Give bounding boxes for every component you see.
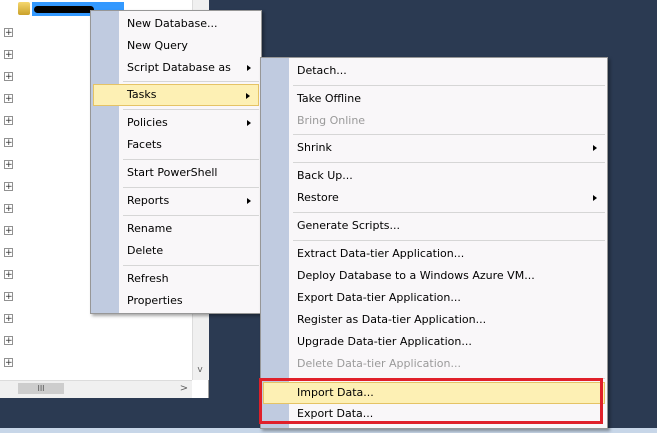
menu-item-label: New Query xyxy=(127,39,188,52)
database-icon xyxy=(18,2,30,15)
tasks-menu-item-export-data-tier-application[interactable]: Export Data-tier Application... xyxy=(263,287,605,309)
menu-separator xyxy=(123,215,259,216)
menu-item-label: Export Data-tier Application... xyxy=(297,291,461,304)
menu-item-label: New Database... xyxy=(127,17,218,30)
menu-item-label: Script Database as xyxy=(127,61,231,74)
context-menu-item-properties[interactable]: Properties xyxy=(93,290,259,312)
menu-separator xyxy=(123,265,259,266)
context-menu-item-rename[interactable]: Rename xyxy=(93,218,259,240)
scroll-down-icon[interactable]: v xyxy=(192,362,208,378)
context-menu-item-facets[interactable]: Facets xyxy=(93,134,259,156)
menu-separator xyxy=(293,240,605,241)
tree-expand-icon[interactable]: + xyxy=(4,94,13,104)
tasks-menu-item-detach[interactable]: Detach... xyxy=(263,60,605,82)
tree-expand-icon[interactable]: + xyxy=(4,138,13,148)
menu-separator xyxy=(293,85,605,86)
submenu-arrow-icon xyxy=(247,198,251,204)
tasks-menu-item-bring-online: Bring Online xyxy=(263,110,605,132)
menu-item-label: Register as Data-tier Application... xyxy=(297,313,487,326)
context-menu-item-new-database[interactable]: New Database... xyxy=(93,13,259,35)
menu-item-label: Policies xyxy=(127,116,168,129)
submenu-arrow-icon xyxy=(247,120,251,126)
tasks-menu-item-back-up[interactable]: Back Up... xyxy=(263,165,605,187)
tree-expand-icon[interactable]: + xyxy=(4,204,13,214)
context-menu-item-script-database-as[interactable]: Script Database as xyxy=(93,57,259,79)
tree-expand-icon[interactable]: + xyxy=(4,182,13,192)
tree-expand-icon[interactable]: + xyxy=(4,28,13,38)
menu-item-label: Rename xyxy=(127,222,173,235)
context-menu-item-new-query[interactable]: New Query xyxy=(93,35,259,57)
context-menu-item-delete[interactable]: Delete xyxy=(93,240,259,262)
context-menu-item-reports[interactable]: Reports xyxy=(93,190,259,212)
menu-item-label: Restore xyxy=(297,191,339,204)
menu-item-label: Take Offline xyxy=(297,92,361,105)
context-menu-item-refresh[interactable]: Refresh xyxy=(93,268,259,290)
menu-item-label: Extract Data-tier Application... xyxy=(297,247,465,260)
tasks-menu-item-delete-data-tier-application: Delete Data-tier Application... xyxy=(263,353,605,375)
menu-item-label: Delete xyxy=(127,244,164,257)
tasks-menu-item-deploy-database-to-a-windows-azure-vm[interactable]: Deploy Database to a Windows Azure VM... xyxy=(263,265,605,287)
menu-item-label: Properties xyxy=(127,294,183,307)
menu-separator xyxy=(293,162,605,163)
menu-item-label: Bring Online xyxy=(297,114,366,127)
tasks-menu-item-take-offline[interactable]: Take Offline xyxy=(263,88,605,110)
menu-separator xyxy=(123,81,259,82)
tasks-submenu: Detach... Take Offline Bring Online Shrink B… xyxy=(260,57,608,429)
redacted-database-name xyxy=(34,6,94,13)
tree-expand-icon[interactable]: + xyxy=(4,116,13,126)
menu-separator xyxy=(123,109,259,110)
menu-separator xyxy=(123,187,259,188)
menu-item-label: Facets xyxy=(127,138,162,151)
tree-expand-icon[interactable]: + xyxy=(4,160,13,170)
tasks-menu-item-shrink[interactable]: Shrink xyxy=(263,137,605,159)
tree-expand-icon[interactable]: + xyxy=(4,226,13,236)
menu-item-label: Delete Data-tier Application... xyxy=(297,357,461,370)
menu-item-label: Generate Scripts... xyxy=(297,219,400,232)
tasks-menu-item-generate-scripts[interactable]: Generate Scripts... xyxy=(263,215,605,237)
submenu-arrow-icon xyxy=(246,93,250,99)
tasks-menu-item-restore[interactable]: Restore xyxy=(263,187,605,209)
tree-expand-icon[interactable]: + xyxy=(4,270,13,280)
menu-separator xyxy=(293,212,605,213)
menu-item-label: Back Up... xyxy=(297,169,353,182)
menu-item-label: Deploy Database to a Windows Azure VM... xyxy=(297,269,535,282)
tasks-menu-item-upgrade-data-tier-application[interactable]: Upgrade Data-tier Application... xyxy=(263,331,605,353)
menu-item-label: Detach... xyxy=(297,64,347,77)
menu-item-label: Start PowerShell xyxy=(127,166,218,179)
database-context-menu: New Database... New Query Script Database … xyxy=(90,10,262,314)
tree-expand-icon[interactable]: + xyxy=(4,292,13,302)
menu-item-label: Reports xyxy=(127,194,170,207)
tree-expand-icon[interactable]: + xyxy=(4,358,13,368)
menu-separator xyxy=(293,134,605,135)
tree-expand-icon[interactable]: + xyxy=(4,336,13,346)
menu-item-label: Shrink xyxy=(297,141,332,154)
tree-expand-icon[interactable]: + xyxy=(4,314,13,324)
scroll-right-icon[interactable]: > xyxy=(176,381,192,397)
submenu-arrow-icon xyxy=(593,145,597,151)
tasks-menu-item-register-as-data-tier-application[interactable]: Register as Data-tier Application... xyxy=(263,309,605,331)
menu-separator xyxy=(123,159,259,160)
menu-item-label: Upgrade Data-tier Application... xyxy=(297,335,472,348)
submenu-arrow-icon xyxy=(593,195,597,201)
tree-expand-icon[interactable]: + xyxy=(4,72,13,82)
menu-item-label: Refresh xyxy=(127,272,169,285)
tree-expand-icon[interactable]: + xyxy=(4,248,13,258)
annotation-highlight-box xyxy=(259,378,603,424)
tree-expand-icon[interactable]: + xyxy=(4,50,13,60)
tasks-menu-item-extract-data-tier-application[interactable]: Extract Data-tier Application... xyxy=(263,243,605,265)
context-menu-item-tasks[interactable]: Tasks xyxy=(93,84,259,106)
scrollbar-thumb[interactable]: III xyxy=(18,383,64,394)
menu-item-label: Tasks xyxy=(127,88,157,101)
submenu-arrow-icon xyxy=(247,65,251,71)
context-menu-item-policies[interactable]: Policies xyxy=(93,112,259,134)
context-menu-item-start-powershell[interactable]: Start PowerShell xyxy=(93,162,259,184)
